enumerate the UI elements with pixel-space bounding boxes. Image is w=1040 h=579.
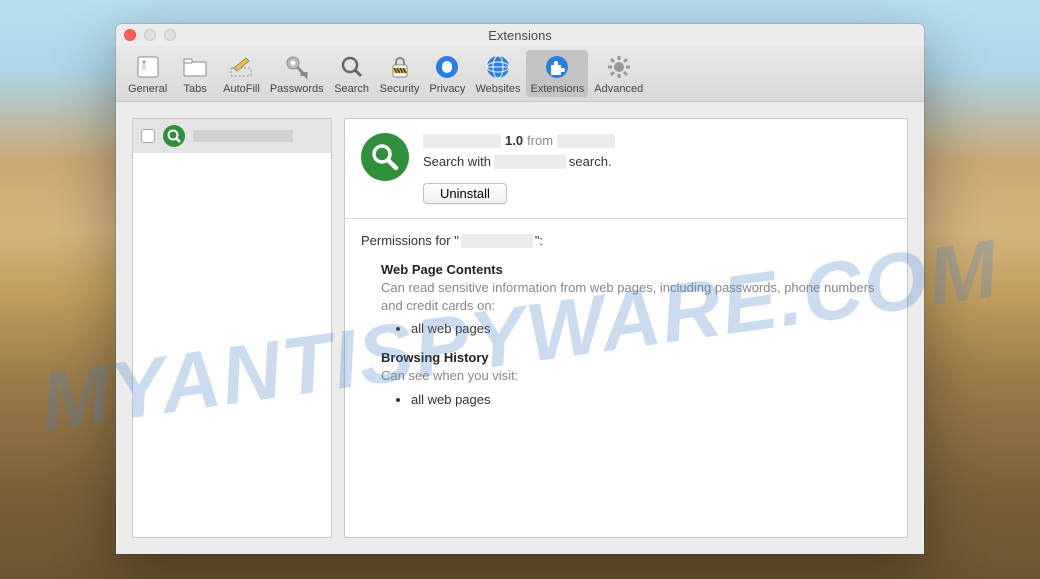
passwords-icon: [282, 52, 312, 82]
permission-list: all web pages: [411, 392, 891, 407]
uninstall-button[interactable]: Uninstall: [423, 183, 507, 204]
close-button[interactable]: [124, 29, 136, 41]
extension-author-redacted: [557, 134, 615, 148]
privacy-icon: [432, 52, 462, 82]
preferences-toolbar: General Tabs AutoFill Passwords Search: [116, 46, 924, 102]
extensions-icon: [542, 52, 572, 82]
tab-privacy[interactable]: Privacy: [425, 50, 469, 97]
tab-passwords[interactable]: Passwords: [266, 50, 328, 97]
extension-name-redacted: [423, 134, 501, 148]
tab-extensions[interactable]: Extensions: [526, 50, 588, 97]
extension-version: 1.0: [505, 133, 523, 148]
general-icon: [133, 52, 163, 82]
from-label: from: [527, 133, 553, 148]
zoom-button[interactable]: [164, 29, 176, 41]
search-icon: [337, 52, 367, 82]
detail-header: 1.0 from Search with search. Uninstall: [345, 119, 907, 219]
tab-tabs[interactable]: Tabs: [173, 50, 217, 97]
detail-header-text: 1.0 from Search with search. Uninstall: [423, 133, 891, 204]
window-controls: [124, 29, 176, 41]
extension-name-redacted: [193, 130, 293, 142]
security-icon: [385, 52, 415, 82]
permission-browsing-history: Browsing History Can see when you visit:…: [381, 350, 891, 406]
permission-web-page-contents: Web Page Contents Can read sensitive inf…: [381, 262, 891, 336]
tab-security[interactable]: Security: [376, 50, 424, 97]
desc-name-redacted: [494, 155, 566, 169]
permission-item: all web pages: [411, 321, 891, 336]
tabs-icon: [180, 52, 210, 82]
permissions-title: Permissions for " ":: [361, 233, 891, 248]
autofill-icon: [226, 52, 256, 82]
window-title: Extensions: [116, 28, 924, 43]
extension-detail-panel: 1.0 from Search with search. Uninstall P…: [344, 118, 908, 538]
perm-name-redacted: [461, 234, 533, 248]
version-line: 1.0 from: [423, 133, 891, 148]
tab-autofill[interactable]: AutoFill: [219, 50, 264, 97]
tab-search[interactable]: Search: [330, 50, 374, 97]
description-line: Search with search.: [423, 154, 891, 169]
extension-icon-large: [361, 133, 409, 181]
permissions-section: Permissions for " ": Web Page Contents C…: [345, 219, 907, 421]
tab-websites[interactable]: Websites: [471, 50, 524, 97]
extension-list-item[interactable]: [133, 119, 331, 153]
minimize-button[interactable]: [144, 29, 156, 41]
preferences-window: Extensions General Tabs AutoFill Passwor…: [116, 24, 924, 554]
permission-list: all web pages: [411, 321, 891, 336]
tab-general[interactable]: General: [124, 50, 171, 97]
advanced-icon: [604, 52, 634, 82]
websites-icon: [483, 52, 513, 82]
extensions-sidebar: [132, 118, 332, 538]
content-area: 1.0 from Search with search. Uninstall P…: [116, 102, 924, 554]
permission-item: all web pages: [411, 392, 891, 407]
titlebar: Extensions: [116, 24, 924, 46]
extension-icon: [163, 125, 185, 147]
tab-advanced[interactable]: Advanced: [590, 50, 647, 97]
extension-enable-checkbox[interactable]: [141, 129, 155, 143]
